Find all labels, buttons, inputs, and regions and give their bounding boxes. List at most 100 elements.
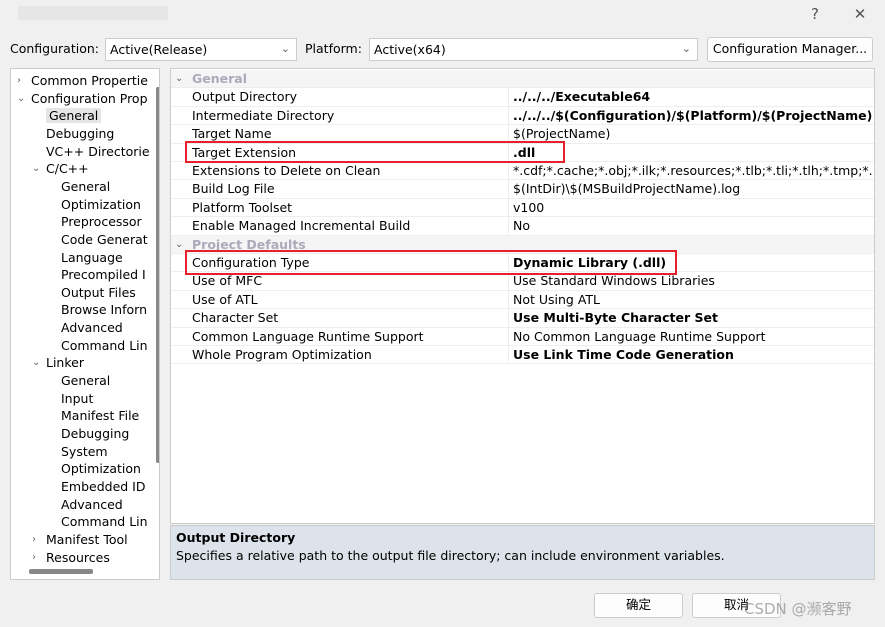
tree-item[interactable]: › Common Propertie bbox=[17, 72, 148, 90]
tree-horizontal-scrollbar[interactable] bbox=[29, 569, 93, 574]
property-value[interactable]: ../../../Executable64 bbox=[513, 88, 873, 106]
tree-item[interactable]: Advanced bbox=[61, 496, 123, 514]
chevron-down-icon[interactable]: ⌄ bbox=[175, 236, 183, 254]
tree-item-label: Manifest Tool bbox=[46, 531, 128, 547]
close-button[interactable]: ✕ bbox=[848, 4, 872, 24]
property-row[interactable]: Enable Managed Incremental Build No bbox=[171, 217, 874, 236]
tree-item-label: Advanced bbox=[61, 496, 123, 512]
property-name: Platform Toolset bbox=[192, 199, 293, 215]
tree-item-label: Linker bbox=[46, 355, 84, 371]
tree-item[interactable]: ⌄ Linker bbox=[32, 354, 84, 372]
tree-item[interactable]: Debugging bbox=[46, 125, 114, 143]
chevron-down-icon[interactable]: ⌄ bbox=[175, 70, 183, 88]
property-value[interactable]: Not Using ATL bbox=[513, 291, 873, 309]
tree-item-label: Output Files bbox=[61, 284, 136, 300]
tree-item[interactable]: Command Lin bbox=[61, 513, 148, 531]
tree-item-label: Advanced bbox=[61, 320, 123, 336]
tree-item[interactable]: Browse Inforn bbox=[61, 301, 147, 319]
tree-item[interactable]: System bbox=[61, 443, 108, 461]
property-value[interactable]: Use Standard Windows Libraries bbox=[513, 272, 873, 290]
tree-item-label: Resources bbox=[46, 549, 110, 565]
property-name: Build Log File bbox=[192, 181, 275, 197]
property-row[interactable]: Intermediate Directory ../../../$(Configu… bbox=[171, 106, 874, 126]
property-tree[interactable]: › Common Propertie ⌄ Configuration Prop Gene… bbox=[10, 68, 160, 580]
tree-item-label: Optimization bbox=[61, 196, 141, 212]
tree-item-label: Input bbox=[61, 390, 94, 406]
configuration-select[interactable]: Active(Release) ⌄ bbox=[105, 38, 297, 61]
configuration-label: Configuration: bbox=[10, 41, 99, 56]
tree-item[interactable]: Embedded ID bbox=[61, 478, 145, 496]
tree-item[interactable]: Optimization bbox=[61, 460, 141, 478]
property-value[interactable]: Use Link Time Code Generation bbox=[513, 346, 873, 364]
tree-item-label: Debugging bbox=[61, 426, 130, 441]
property-row[interactable]: Extensions to Delete on Clean *.cdf;*.cac… bbox=[171, 162, 874, 181]
configuration-manager-button[interactable]: Configuration Manager... bbox=[707, 37, 873, 62]
tree-item[interactable]: Debugging bbox=[61, 425, 129, 443]
tree-item-label: General bbox=[46, 108, 102, 124]
property-value[interactable]: *.cdf;*.cache;*.obj;*.ilk;*.resources;*.… bbox=[513, 162, 873, 180]
tree-item-label: Debugging bbox=[46, 125, 115, 141]
category-header[interactable]: ⌄ General bbox=[171, 70, 874, 89]
tree-item[interactable]: Precompiled I bbox=[61, 266, 146, 284]
configuration-value: Active(Release) bbox=[110, 42, 208, 57]
chevron-right-icon[interactable]: › bbox=[17, 72, 21, 90]
tree-item[interactable]: VC++ Directorie bbox=[46, 143, 150, 161]
property-row[interactable]: Character Set Use Multi-Byte Character Se… bbox=[171, 309, 874, 328]
property-row[interactable]: Use of MFC Use Standard Windows Libraries bbox=[171, 272, 874, 291]
tree-item[interactable]: Code Generat bbox=[61, 231, 148, 249]
tree-item-label: Manifest File bbox=[61, 408, 140, 424]
tree-item-label: Command Lin bbox=[61, 337, 148, 353]
tree-item-label: Command Lin bbox=[61, 514, 148, 530]
tree-item[interactable]: Language bbox=[61, 249, 123, 267]
ok-button[interactable]: 确定 bbox=[594, 593, 683, 618]
property-value[interactable]: No bbox=[513, 217, 873, 235]
property-row[interactable]: Output Directory ../../../Executable64 bbox=[171, 88, 874, 107]
tree-item[interactable]: Preprocessor bbox=[61, 213, 142, 231]
help-button[interactable]: ? bbox=[803, 4, 827, 24]
tree-item-label: System bbox=[61, 443, 108, 459]
tree-item[interactable]: ⌄ Configuration Prop bbox=[17, 90, 148, 108]
tree-item[interactable]: General bbox=[61, 372, 110, 390]
property-row[interactable]: Use of ATL Not Using ATL bbox=[171, 290, 874, 310]
property-name: Enable Managed Incremental Build bbox=[192, 218, 411, 234]
tree-item-label: Common Propertie bbox=[31, 73, 148, 88]
tree-item[interactable]: Optimization bbox=[61, 196, 141, 214]
property-value[interactable]: No Common Language Runtime Support bbox=[513, 328, 873, 346]
chevron-right-icon[interactable]: › bbox=[32, 549, 36, 567]
property-value[interactable]: $(IntDir)\$(MSBuildProjectName).log bbox=[513, 180, 873, 198]
platform-select[interactable]: Active(x64) ⌄ bbox=[369, 38, 698, 61]
tree-item-label: C/C++ bbox=[46, 161, 89, 177]
tree-item[interactable]: Manifest File bbox=[61, 407, 139, 425]
property-value[interactable]: v100 bbox=[513, 199, 873, 217]
property-row[interactable]: Whole Program Optimization Use Link Time … bbox=[171, 346, 874, 365]
tree-item[interactable]: Output Files bbox=[61, 284, 136, 302]
tree-item[interactable]: ⌄ C/C++ bbox=[32, 160, 89, 178]
property-value[interactable]: ../../../$(Configuration)/$(Platform)/$(… bbox=[513, 107, 873, 125]
chevron-down-icon[interactable]: ⌄ bbox=[32, 354, 40, 372]
chevron-down-icon[interactable]: ⌄ bbox=[17, 90, 25, 108]
property-row[interactable]: Common Language Runtime Support No Common… bbox=[171, 327, 874, 346]
chevron-right-icon[interactable]: › bbox=[32, 531, 36, 549]
highlight-box bbox=[185, 250, 677, 275]
tree-item[interactable]: Input bbox=[61, 390, 93, 408]
property-name: Common Language Runtime Support bbox=[192, 328, 424, 344]
chevron-down-icon: ⌄ bbox=[681, 42, 691, 55]
property-value[interactable]: Use Multi-Byte Character Set bbox=[513, 309, 873, 327]
property-value[interactable]: .dll bbox=[513, 144, 873, 162]
tree-item[interactable]: General bbox=[46, 107, 102, 125]
chevron-down-icon: ⌄ bbox=[280, 42, 290, 55]
tree-item[interactable]: › Resources bbox=[32, 549, 110, 567]
tree-vertical-scrollbar[interactable] bbox=[156, 87, 159, 463]
property-value[interactable]: $(ProjectName) bbox=[513, 125, 873, 143]
property-name: Output Directory bbox=[192, 89, 298, 105]
property-row[interactable]: Build Log File $(IntDir)\$(MSBuildProject… bbox=[171, 180, 874, 199]
tree-item[interactable]: Advanced bbox=[61, 319, 123, 337]
tree-item[interactable]: › Manifest Tool bbox=[32, 531, 128, 549]
property-grid[interactable]: ⌄ General Output Directory ../../../Executa… bbox=[170, 68, 875, 524]
tree-item[interactable]: Command Lin bbox=[61, 337, 148, 355]
tree-item[interactable]: General bbox=[61, 178, 110, 196]
property-row[interactable]: Platform Toolset v100 bbox=[171, 198, 874, 218]
tree-item-label: Preprocessor bbox=[61, 214, 142, 230]
property-name: Whole Program Optimization bbox=[192, 347, 372, 362]
chevron-down-icon[interactable]: ⌄ bbox=[32, 160, 40, 178]
